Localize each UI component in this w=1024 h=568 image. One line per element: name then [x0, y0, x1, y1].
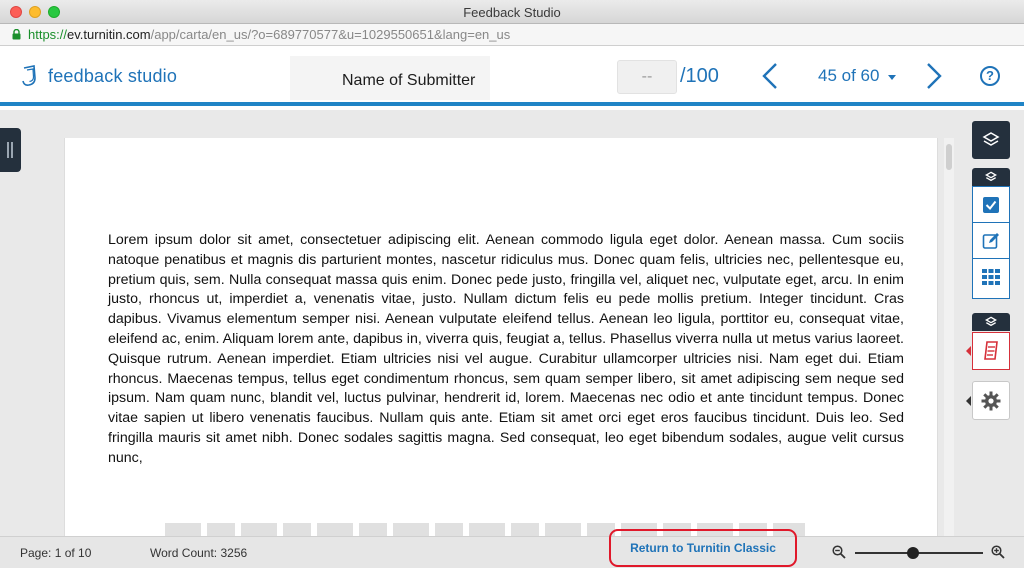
chevron-down-icon: [888, 74, 897, 80]
similarity-group-header[interactable]: [972, 313, 1010, 331]
grading-group-header[interactable]: [972, 168, 1010, 186]
document-page[interactable]: Lorem ipsum dolor sit amet, consectetuer…: [64, 138, 938, 537]
logo-text: feedback studio: [48, 65, 178, 86]
app-window: Feedback Studio https://ev.turnitin.com/…: [0, 0, 1024, 568]
layers-icon: [985, 171, 997, 182]
zoom-slider-handle[interactable]: [906, 547, 919, 559]
edit-icon: [982, 232, 999, 249]
lock-icon: [12, 29, 21, 40]
layers-button[interactable]: [972, 121, 1010, 159]
check-icon: [983, 196, 999, 213]
grading-layer-button[interactable]: [973, 187, 1009, 223]
return-to-classic-button[interactable]: Return to Turnitin Classic: [609, 529, 797, 567]
grade-total: /100: [680, 65, 719, 87]
grip-line: [7, 142, 9, 158]
submitter-name-field: Name of Submitter: [290, 56, 490, 100]
zoom-out-icon[interactable]: [832, 545, 846, 559]
feedback-studio-logo-icon: [22, 65, 36, 86]
next-paper-button[interactable]: [924, 61, 944, 91]
grading-tools-group: [972, 186, 1010, 299]
feedback-studio-logo[interactable]: feedback studio: [20, 64, 177, 88]
window-titlebar: Feedback Studio: [0, 0, 1024, 24]
document-body[interactable]: Lorem ipsum dolor sit amet, consectetuer…: [108, 231, 904, 469]
help-button[interactable]: ?: [980, 66, 1000, 86]
document-viewer: Lorem ipsum dolor sit amet, consectetuer…: [0, 110, 1024, 537]
status-bar: Page: 1 of 10 Word Count: 3256 Return to…: [0, 529, 1024, 568]
paper-position-label: 45 of 60: [818, 66, 880, 85]
settings-pointer: [966, 396, 971, 406]
word-count: Word Count: 3256: [150, 546, 248, 560]
url-protocol: https://: [28, 27, 68, 42]
layers-icon: [985, 316, 997, 327]
paper-position-dropdown[interactable]: 45 of 60: [818, 66, 897, 86]
scroll-thumb[interactable]: [946, 144, 952, 170]
grip-line: [11, 142, 13, 158]
feedback-summary-button[interactable]: [973, 223, 1009, 259]
address-bar[interactable]: https://ev.turnitin.com/app/carta/en_us/…: [0, 24, 1024, 46]
previous-paper-button[interactable]: [760, 61, 780, 91]
url-host: ev.turnitin.com: [67, 27, 151, 42]
grid-icon: [982, 269, 1000, 285]
grade-input[interactable]: --: [617, 60, 677, 94]
submitter-name: Name of Submitter: [342, 72, 476, 89]
zoom-in-icon[interactable]: [991, 545, 1005, 559]
similarity-report-button[interactable]: [972, 332, 1010, 370]
left-panel-toggle[interactable]: [0, 128, 21, 172]
gear-icon: [981, 391, 1001, 410]
document-scrollbar[interactable]: [944, 138, 954, 536]
zoom-slider-track[interactable]: [855, 552, 983, 554]
layers-icon: [982, 132, 1000, 146]
url-text[interactable]: https://ev.turnitin.com/app/carta/en_us/…: [28, 27, 510, 42]
window-title: Feedback Studio: [463, 5, 561, 20]
url-path: /app/carta/en_us/?o=689770577&u=10295506…: [150, 27, 511, 42]
rubric-button[interactable]: [973, 259, 1009, 295]
page-indicator: Page: 1 of 10: [20, 546, 92, 560]
app-header: feedback studio Name of Submitter -- /10…: [0, 46, 1024, 106]
settings-button[interactable]: [972, 381, 1010, 420]
similarity-pointer: [966, 346, 971, 356]
similarity-report-icon: [984, 341, 998, 360]
